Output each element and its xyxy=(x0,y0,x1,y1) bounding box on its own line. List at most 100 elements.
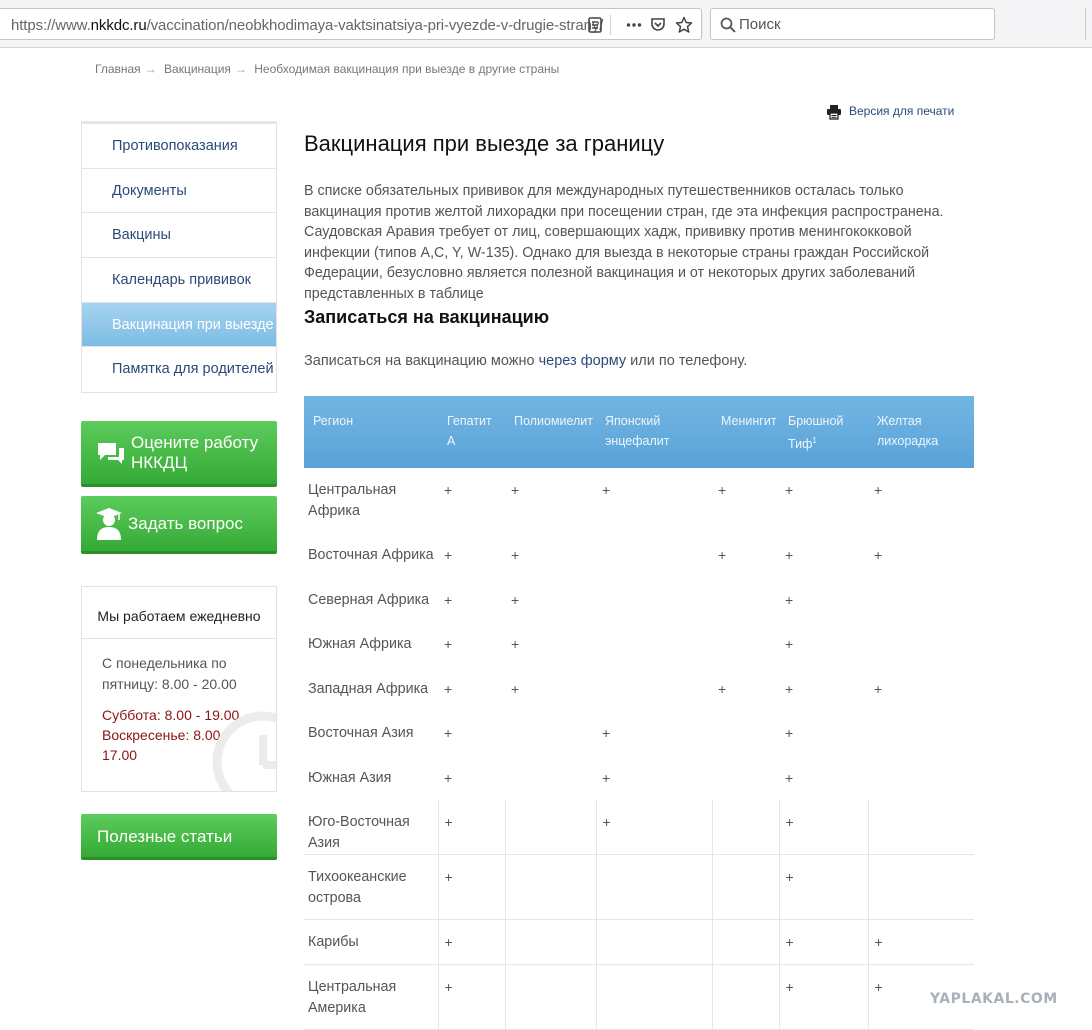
mark-cell-hepatitis-a: + xyxy=(444,636,453,652)
mark-cell-meningitis xyxy=(712,711,779,756)
sidebar-item-calendar[interactable]: Календарь прививок xyxy=(82,258,276,303)
table-row: Южная Азия + + + xyxy=(304,756,974,801)
col-header-japanese-encephalitis: Японский энцефалит xyxy=(596,396,712,468)
breadcrumb-arrow-icon: → xyxy=(234,62,247,76)
table-row: Восточная Африка + + + + + xyxy=(304,533,974,578)
url-text[interactable]: https://www.nkkdc.ru/vaccination/neobkho… xyxy=(11,17,603,34)
useful-articles-button[interactable]: Полезные статьи xyxy=(81,814,277,860)
table-row: Центральная Америка + + + xyxy=(304,964,974,1030)
mark-cell-yellow-fever: + xyxy=(874,680,883,697)
print-version-label: Версия для печати xyxy=(849,104,955,119)
col-header-typhoid: Брюшной Тиф1 xyxy=(779,396,868,468)
sidebar-item-travel-vaccination[interactable]: Вакцинация при выезде xyxy=(82,302,276,348)
mark-cell-yellow-fever xyxy=(868,578,974,623)
breadcrumb-item-vaccination[interactable]: Вакцинация xyxy=(164,62,231,76)
ask-question-label: Задать вопрос xyxy=(128,514,243,533)
mark-cell-polio xyxy=(505,919,597,965)
mark-cell-meningitis xyxy=(712,578,779,623)
breadcrumb-item-current: Необходимая вакцинация при выезде в друг… xyxy=(254,62,560,76)
sidebar-item-documents[interactable]: Документы xyxy=(82,169,276,214)
mark-cell-yellow-fever xyxy=(868,800,974,855)
working-hours-title: Мы работаем ежедневно xyxy=(82,587,276,639)
rate-nkkdc-button[interactable]: Оцените работу НККДЦ xyxy=(81,421,277,487)
table-row: Центральная Африка + + + + + + xyxy=(304,468,974,533)
printer-icon xyxy=(826,104,842,120)
mark-cell-yellow-fever: + xyxy=(874,547,883,563)
mark-cell-japanese-encephalitis xyxy=(596,578,712,623)
rate-nkkdc-label: Оцените работу НККДЦ xyxy=(131,433,259,472)
weekday-hours: С понедельника по пятницу: 8.00 - 20.00 xyxy=(102,655,237,692)
mark-cell-meningitis: + xyxy=(718,547,727,563)
table-row: Западная Африка + + + + + xyxy=(304,667,974,712)
mark-cell-polio: + xyxy=(511,636,520,652)
mark-cell-hepatitis-a: + xyxy=(438,919,506,965)
browser-toolbar: https://www.nkkdc.ru/vaccination/neobkho… xyxy=(0,0,1092,48)
search-box[interactable] xyxy=(710,8,995,40)
pocket-icon[interactable] xyxy=(649,16,667,34)
print-version-link[interactable]: Версия для печати xyxy=(826,104,954,120)
signup-form-link[interactable]: через форму xyxy=(539,353,627,369)
mark-cell-hepatitis-a: + xyxy=(444,680,453,697)
region-cell: Северная Африка xyxy=(308,591,430,608)
sidebar-item-contraindications[interactable]: Противопоказания xyxy=(82,124,276,169)
useful-articles-label: Полезные статьи xyxy=(97,827,233,846)
clock-icon xyxy=(208,707,276,791)
mark-cell-typhoid: + xyxy=(779,800,869,855)
mark-cell-japanese-encephalitis: + xyxy=(602,769,611,786)
address-bar[interactable]: https://www.nkkdc.ru/vaccination/neobkho… xyxy=(0,8,702,40)
reader-view-icon[interactable] xyxy=(586,16,604,34)
mark-cell-hepatitis-a: + xyxy=(438,800,506,855)
breadcrumb-item-home[interactable]: Главная xyxy=(95,62,141,76)
ask-question-button[interactable]: Задать вопрос xyxy=(81,496,277,554)
region-cell: Юго-Восточная Азия xyxy=(304,800,439,855)
mark-cell-hepatitis-a: + xyxy=(444,482,453,498)
mark-cell-typhoid: + xyxy=(785,547,794,563)
col-header-hepatitis-a: Гепатит А xyxy=(438,396,505,468)
region-cell: Тихоокеанские острова xyxy=(304,854,439,920)
col-header-polio: Полиомиелит xyxy=(505,396,596,468)
mark-cell-typhoid: + xyxy=(785,482,794,498)
sidebar-item-vaccines[interactable]: Вакцины xyxy=(82,213,276,259)
sidebar-menu: Противопоказания Документы Вакцины Кален… xyxy=(81,121,277,394)
mark-cell-typhoid: + xyxy=(785,680,794,697)
mark-cell-japanese-encephalitis: + xyxy=(602,725,611,741)
more-actions-icon[interactable] xyxy=(625,16,643,34)
url-domain: nkkdc.ru xyxy=(90,17,147,34)
mark-cell-polio: + xyxy=(511,680,520,697)
mark-cell-japanese-encephalitis xyxy=(596,622,712,667)
mark-cell-hepatitis-a: + xyxy=(444,591,453,608)
mark-cell-japanese-encephalitis xyxy=(596,854,713,920)
search-input[interactable] xyxy=(739,13,989,35)
mark-cell-polio xyxy=(505,711,596,756)
table-row: Северная Африка + + + xyxy=(304,578,974,623)
region-cell: Восточная Азия xyxy=(308,725,414,741)
table-row: Восточная Азия + + + xyxy=(304,711,974,756)
table-row: Южная Африка + + + xyxy=(304,622,974,667)
footnote-marker: 1 xyxy=(812,436,817,445)
intro-paragraph: В списке обязательных прививок для между… xyxy=(304,183,944,302)
mark-cell-polio xyxy=(505,756,596,801)
table-header-row: Регион Гепатит А Полиомиелит Японский эн… xyxy=(304,396,974,468)
mark-cell-japanese-encephalitis xyxy=(596,533,712,578)
sidebar-item-parents-memo[interactable]: Памятка для родителей xyxy=(82,347,276,392)
region-cell: Карибы xyxy=(304,919,439,965)
mark-cell-japanese-encephalitis xyxy=(596,919,713,965)
mark-cell-typhoid: + xyxy=(785,769,794,786)
url-separator xyxy=(610,15,611,35)
bookmark-star-icon[interactable] xyxy=(675,16,693,34)
mark-cell-typhoid: + xyxy=(779,919,869,965)
breadcrumb-arrow-icon: → xyxy=(144,62,157,76)
region-cell: Западная Африка xyxy=(308,680,429,697)
mark-cell-hepatitis-a: + xyxy=(438,964,506,1030)
breadcrumb: Главная → Вакцинация → Необходимая вакцина… xyxy=(95,62,563,76)
signup-heading: Записаться на вакцинацию xyxy=(304,307,550,327)
mark-cell-typhoid: + xyxy=(785,636,794,652)
mark-cell-polio: + xyxy=(511,482,520,498)
signup-text: Записаться на вакцинацию можно через фор… xyxy=(304,353,747,369)
mark-cell-meningitis xyxy=(712,964,780,1030)
mark-cell-yellow-fever xyxy=(868,854,974,920)
mark-cell-hepatitis-a: + xyxy=(444,547,453,563)
page-title: Вакцинация при выезде за границу xyxy=(304,131,665,156)
mark-cell-typhoid: + xyxy=(785,591,794,608)
region-cell: Центральная Африка xyxy=(308,482,397,519)
